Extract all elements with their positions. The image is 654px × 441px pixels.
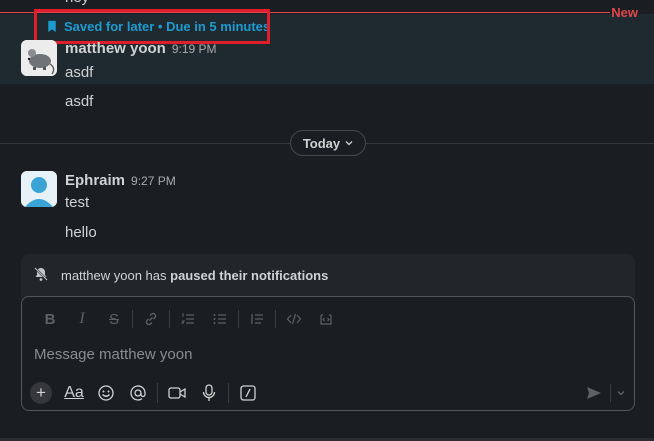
toolbar-divider <box>238 310 239 328</box>
avatar[interactable] <box>21 171 57 207</box>
message-timestamp[interactable]: 9:27 PM <box>131 174 176 188</box>
day-divider-button[interactable]: Today <box>290 130 366 156</box>
new-messages-label: New <box>611 5 638 20</box>
previous-message-text: hey <box>65 0 89 6</box>
message-text: asdf <box>65 93 94 110</box>
plus-icon[interactable]: + <box>30 382 52 404</box>
avatar[interactable] <box>21 40 57 76</box>
link-icon[interactable] <box>135 309 167 329</box>
notification-status-text: matthew yoon has paused their notificati… <box>61 268 328 283</box>
microphone-icon[interactable] <box>193 381 225 405</box>
emoji-icon[interactable] <box>90 381 122 405</box>
composer-divider <box>228 383 229 403</box>
bold-icon[interactable]: B <box>34 309 66 329</box>
message-text: hello <box>65 224 97 241</box>
slash-command-icon[interactable] <box>232 381 264 405</box>
message-author[interactable]: Ephraim <box>65 172 125 189</box>
message-timestamp[interactable]: 9:19 PM <box>172 42 217 56</box>
code-block-icon[interactable] <box>310 309 342 329</box>
bulleted-list-icon[interactable] <box>204 309 236 329</box>
chevron-down-icon <box>345 141 353 146</box>
bell-off-icon <box>34 267 48 281</box>
message-header: matthew yoon 9:19 PM <box>65 40 217 57</box>
send-icon[interactable] <box>578 381 610 405</box>
code-icon[interactable] <box>278 309 310 329</box>
annotation-highlight-box <box>34 9 270 44</box>
message-text: test <box>65 194 90 211</box>
mouse-avatar-icon <box>21 40 57 76</box>
notification-prefix: matthew yoon has <box>61 268 171 283</box>
text-format-icon[interactable]: Aa <box>58 381 90 405</box>
send-controls <box>578 381 631 405</box>
default-user-avatar-icon <box>21 171 57 207</box>
video-icon[interactable] <box>161 381 193 405</box>
chevron-down-icon[interactable] <box>611 381 631 405</box>
message-header: Ephraim 9:27 PM <box>65 172 176 189</box>
message-text: asdf <box>65 64 94 81</box>
formatting-toolbar: B I S <box>34 309 342 329</box>
toolbar-divider <box>132 310 133 328</box>
italic-icon[interactable]: I <box>66 309 98 329</box>
day-divider-label: Today <box>302 135 341 151</box>
message-author[interactable]: matthew yoon <box>65 40 166 57</box>
composer-actions: + Aa <box>30 381 264 405</box>
mention-icon[interactable] <box>122 381 154 405</box>
notification-bold: paused their notifications <box>170 268 329 283</box>
ordered-list-icon[interactable] <box>172 309 204 329</box>
message-input-placeholder[interactable]: Message matthew yoon <box>34 346 192 363</box>
blockquote-icon[interactable] <box>241 309 273 329</box>
strikethrough-icon[interactable]: S <box>98 309 130 329</box>
toolbar-divider <box>169 310 170 328</box>
composer-divider <box>157 383 158 403</box>
toolbar-divider <box>275 310 276 328</box>
